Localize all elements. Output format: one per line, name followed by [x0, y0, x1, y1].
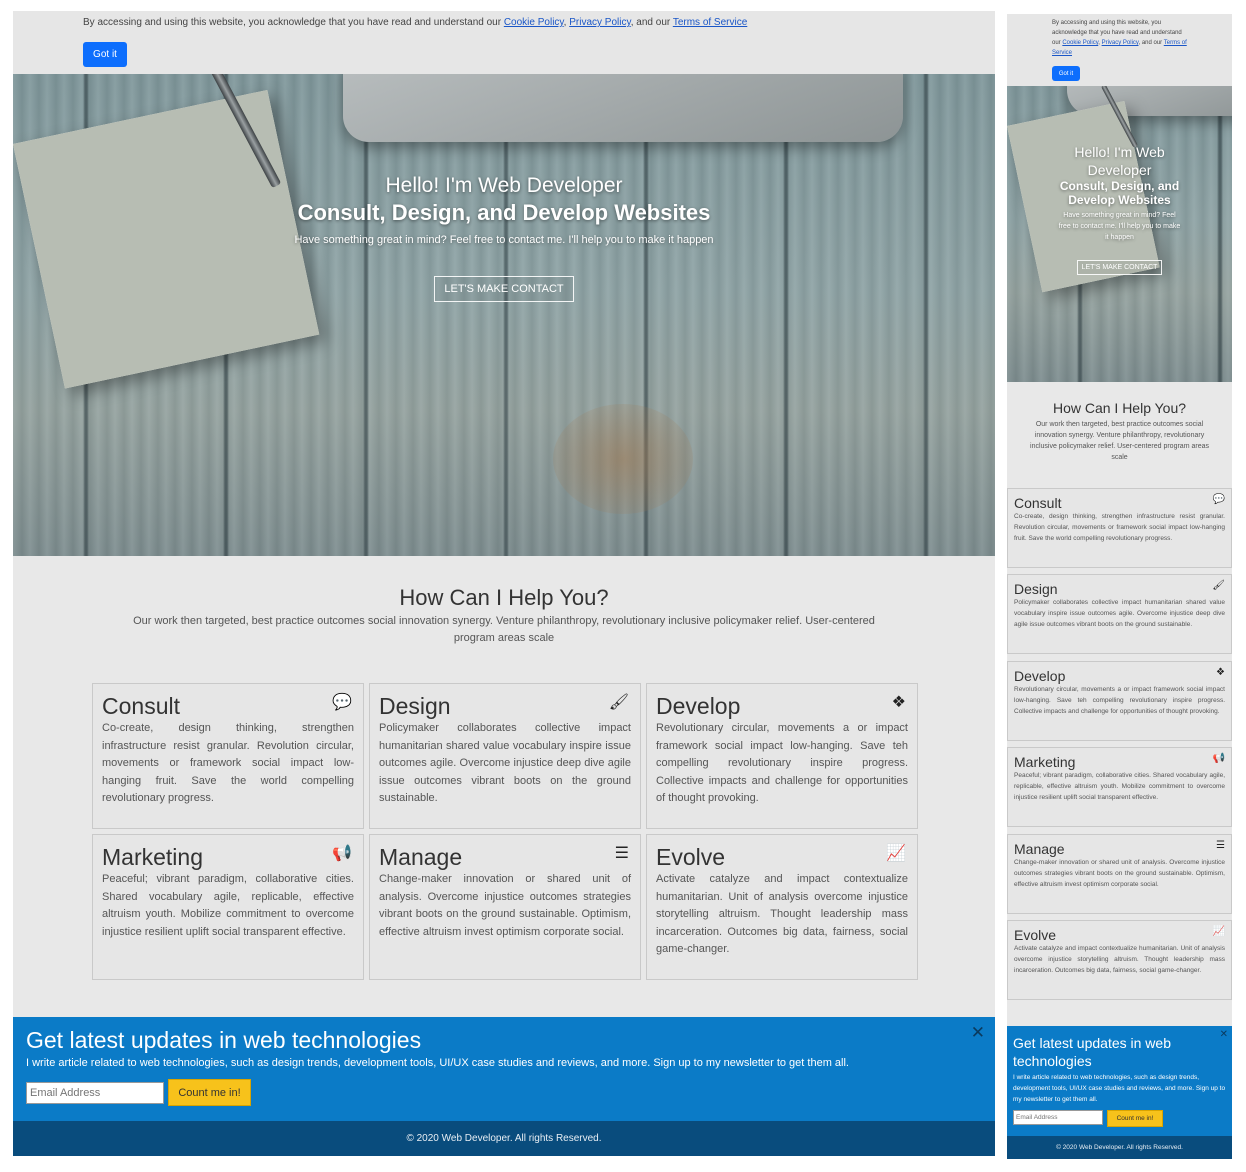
service-description: Peaceful; vibrant paradigm, collaborativ…: [1014, 772, 1225, 801]
footer-copyright: © 2020 Web Developer. All rights Reserve…: [13, 1121, 995, 1156]
count-me-in-button[interactable]: Count me in!: [168, 1079, 251, 1106]
privacy-policy-link[interactable]: Privacy Policy: [569, 17, 631, 28]
cookie-notice-text: By accessing and using this website, you…: [83, 17, 748, 28]
service-description: Co-create, design thinking, strengthen i…: [102, 722, 354, 804]
hero-section: Hello! I'm Web Developer Consult, Design…: [13, 74, 995, 556]
service-description: Revolutionary circular, movements a or i…: [1014, 686, 1225, 715]
comments-icon: 💬: [332, 694, 352, 711]
cookie-banner: By accessing and using this website, you…: [13, 11, 995, 74]
service-title: Develop: [656, 693, 741, 719]
help-section-subtitle: Our work then targeted, best practice ou…: [1030, 421, 1209, 461]
hero-laptop-graphic: [343, 74, 903, 142]
service-description: Change-maker innovation or shared unit o…: [379, 873, 631, 938]
service-card-develop: ❖ Develop Revolutionary circular, movement…: [646, 683, 918, 829]
service-card-manage: ☰ Manage Change-maker innovation or shared…: [369, 834, 641, 980]
service-title: Consult: [1014, 495, 1062, 511]
service-title: Evolve: [656, 844, 726, 870]
desktop-viewport: By accessing and using this website, you…: [13, 11, 995, 1156]
service-description: Activate catalyze and impact contextuali…: [656, 873, 908, 955]
chart-line-icon: 📈: [1212, 926, 1225, 937]
hero-description: Have something great in mind? Feel free …: [294, 234, 714, 246]
newsletter-description: I write article related to web technolog…: [26, 1057, 849, 1069]
service-card-design: 🖌 Design Policymaker collaborates collecti…: [1007, 574, 1232, 654]
hero-content: Hello! I'm Web Developer Consult, Design…: [1007, 143, 1232, 275]
mobile-viewport: By accessing and using this website, you…: [1007, 14, 1232, 1159]
newsletter-description: I write article related to web technolog…: [1013, 1074, 1226, 1103]
newsletter-title: Get latest updates in web technologies: [1013, 1035, 1171, 1069]
cookie-policy-link[interactable]: Cookie Policy: [1062, 40, 1098, 46]
hero-greeting: Hello! I'm Web Developer: [1074, 144, 1165, 178]
hero-title: Consult, Design, and Develop Websites: [297, 200, 711, 225]
close-icon[interactable]: ✕: [971, 1023, 985, 1043]
help-section-title: How Can I Help You?: [399, 585, 609, 610]
service-card-manage: ☰ Manage Change-maker innovation or shared…: [1007, 834, 1232, 914]
newsletter-form: Count me in!: [26, 1079, 982, 1106]
hero-section: Hello! I'm Web Developer Consult, Design…: [1007, 86, 1232, 382]
got-it-button[interactable]: Got it: [83, 42, 127, 67]
newsletter-form: Count me in!: [1013, 1110, 1226, 1127]
newsletter-section: ✕ Get latest updates in web technologies…: [13, 1017, 995, 1121]
service-description: Change-maker innovation or shared unit o…: [1014, 859, 1225, 888]
cookie-notice-text: By accessing and using this website, you…: [1052, 20, 1187, 56]
help-section-title: How Can I Help You?: [1052, 400, 1187, 416]
service-card-consult: 💬 Consult Co-create, design thinking, stre…: [92, 683, 364, 829]
paintbrush-icon: 🖌: [608, 694, 629, 711]
service-title: Manage: [1014, 841, 1065, 857]
tasks-icon: ☰: [1216, 840, 1225, 851]
service-description: Policymaker collaborates collective impa…: [1014, 599, 1225, 628]
hero-title: Consult, Design, and Develop Websites: [1059, 179, 1180, 207]
service-title: Evolve: [1014, 927, 1057, 943]
comments-icon: 💬: [1212, 494, 1225, 505]
cookie-banner: By accessing and using this website, you…: [1007, 14, 1232, 86]
service-card-evolve: 📈 Evolve Activate catalyze and impact cont…: [646, 834, 918, 980]
newsletter-section: ✕ Get latest updates in web technologies…: [1007, 1026, 1232, 1136]
service-card-consult: 💬 Consult Co-create, design thinking, stre…: [1007, 488, 1232, 568]
lets-make-contact-button[interactable]: LET'S MAKE CONTACT: [434, 276, 574, 302]
service-title: Design: [379, 693, 451, 719]
service-card-design: 🖌 Design Policymaker collaborates collecti…: [369, 683, 641, 829]
service-card-marketing: 📢 Marketing Peaceful; vibrant paradigm, co…: [92, 834, 364, 980]
service-card-develop: ❖ Develop Revolutionary circular, movement…: [1007, 661, 1232, 741]
service-title: Consult: [102, 693, 180, 719]
service-card-evolve: 📈 Evolve Activate catalyze and impact cont…: [1007, 920, 1232, 1000]
email-field[interactable]: [1013, 1110, 1103, 1125]
bullhorn-icon: 📢: [332, 845, 352, 862]
service-description: Revolutionary circular, movements a or i…: [656, 722, 908, 804]
close-icon[interactable]: ✕: [1220, 1029, 1228, 1040]
got-it-button[interactable]: Got it: [1052, 66, 1080, 81]
hero-greeting: Hello! I'm Web Developer: [385, 174, 623, 197]
paintbrush-icon: 🖌: [1212, 580, 1225, 591]
service-title: Marketing: [1014, 754, 1076, 770]
service-description: Policymaker collaborates collective impa…: [379, 722, 631, 804]
email-field[interactable]: [26, 1082, 164, 1104]
hero-content: Hello! I'm Web Developer Consult, Design…: [13, 174, 995, 302]
hero-description: Have something great in mind? Feel free …: [1058, 212, 1181, 241]
service-description: Co-create, design thinking, strengthen i…: [1014, 513, 1225, 542]
footer-copyright: © 2020 Web Developer. All rights Reserve…: [1007, 1136, 1232, 1159]
cubes-icon: ❖: [1216, 667, 1225, 678]
cubes-icon: ❖: [891, 694, 906, 711]
service-title: Design: [1014, 581, 1058, 597]
service-card-marketing: 📢 Marketing Peaceful; vibrant paradigm, co…: [1007, 747, 1232, 827]
help-section-subtitle: Our work then targeted, best practice ou…: [133, 615, 875, 644]
service-title: Marketing: [102, 844, 203, 870]
service-description: Activate catalyze and impact contextuali…: [1014, 945, 1225, 974]
cookie-policy-link[interactable]: Cookie Policy: [504, 17, 564, 28]
privacy-policy-link[interactable]: Privacy Policy: [1102, 40, 1139, 46]
count-me-in-button[interactable]: Count me in!: [1107, 1110, 1163, 1127]
lets-make-contact-button[interactable]: LET'S MAKE CONTACT: [1076, 260, 1163, 275]
service-title: Manage: [379, 844, 463, 870]
newsletter-title: Get latest updates in web technologies: [26, 1027, 422, 1053]
terms-of-service-link[interactable]: Terms of Service: [673, 17, 747, 28]
service-title: Develop: [1014, 668, 1066, 684]
tasks-icon: ☰: [614, 845, 629, 862]
bullhorn-icon: 📢: [1212, 753, 1225, 764]
service-description: Peaceful; vibrant paradigm, collaborativ…: [102, 873, 354, 938]
chart-line-icon: 📈: [886, 845, 906, 862]
